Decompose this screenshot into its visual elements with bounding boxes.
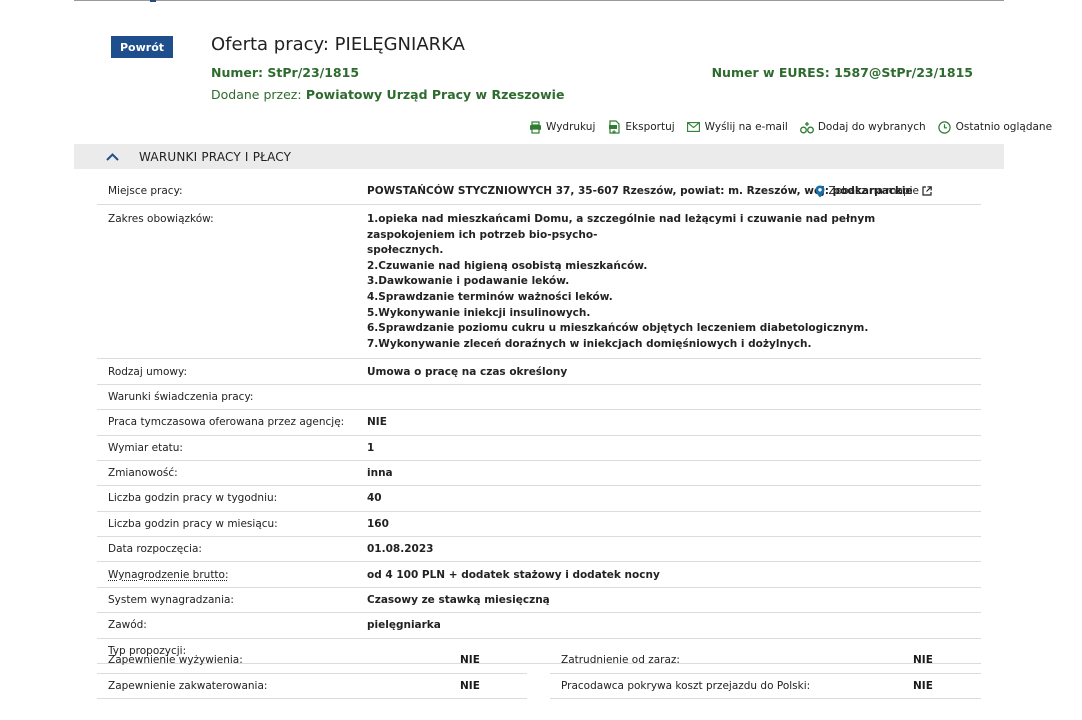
row-label: Wynagrodzenie brutto:: [97, 569, 367, 581]
half-cell-right: Pracodawca pokrywa koszt przejazdu do Po…: [550, 674, 981, 699]
table-row: Warunki świadczenia pracy:: [97, 385, 981, 411]
table-row: Liczba godzin pracy w miesiącu: 160: [97, 512, 981, 538]
row-label: Zapewnienie zakwaterowania:: [108, 679, 268, 692]
table-row: Liczba godzin pracy w tygodniu: 40: [97, 486, 981, 512]
half-cell-left: Zapewnienie wyżywienia: NIE: [97, 648, 527, 674]
row-label: Wymiar etatu:: [108, 441, 183, 454]
added-by-value: Powiatowy Urząd Pracy w Rzeszowie: [305, 87, 565, 102]
section-title: WARUNKI PRACY I PŁACY: [139, 149, 292, 164]
row-value: NIE: [913, 654, 933, 667]
row-label: Warunki świadczenia pracy:: [108, 390, 254, 403]
add-to-favorites-label: Dodaj do wybranych: [817, 121, 926, 133]
clock-icon: [938, 120, 952, 134]
row-value: NIE: [460, 654, 480, 667]
row-value: Czasowy ze stawką miesięczną: [367, 594, 550, 607]
half-cell-left: Zapewnienie zakwaterowania: NIE: [97, 674, 527, 699]
duty-line: 1.opieka nad mieszkańcami Domu, a szczeg…: [367, 213, 876, 241]
email-button[interactable]: Wyślij na e-mail: [687, 120, 788, 134]
offer-number-label: Numer:: [211, 65, 264, 80]
duties-list: 1.opieka nad mieszkańcami Domu, a szczeg…: [367, 212, 981, 352]
export-button[interactable]: Eksportuj: [607, 120, 675, 134]
view-on-map-label: Zobacz na mapie: [828, 185, 919, 197]
row-label: Liczba godzin pracy w miesiącu:: [108, 517, 278, 530]
table-row: Wynagrodzenie brutto: od 4 100 PLN + dod…: [97, 562, 981, 588]
row-value: NIE: [460, 679, 480, 692]
recently-viewed-label: Ostatnio oglądane: [955, 121, 1053, 133]
row-label: Praca tymczasowa oferowana przez agencję…: [108, 416, 345, 429]
page-title: Oferta pracy: PIELĘGNIARKA: [211, 34, 465, 55]
row-label: Zmianowość:: [108, 467, 178, 480]
chevron-up-icon[interactable]: [105, 150, 119, 164]
table-row: Miejsce pracy: POWSTAŃCÓW STYCZNIOWYCH 3…: [97, 178, 981, 205]
print-label: Wydrukuj: [546, 121, 596, 133]
row-value: Umowa o pracę na czas określony: [367, 365, 568, 378]
email-label: Wyślij na e-mail: [704, 121, 788, 133]
duty-line: 4.Sprawdzanie terminów ważności leków.: [367, 290, 613, 303]
add-favorite-icon: [799, 120, 814, 134]
row-label: Zapewnienie wyżywienia:: [108, 654, 243, 667]
table-row: Zawód: pielęgniarka: [97, 613, 981, 639]
offer-number: Numer: StPr/23/1815: [211, 65, 359, 80]
table-row: Data rozpoczęcia: 01.08.2023: [97, 537, 981, 563]
table-row: Rodzaj umowy: Umowa o pracę na czas okre…: [97, 359, 981, 385]
row-label: Liczba godzin pracy w tygodniu:: [108, 492, 278, 505]
table-row: Zmianowość: inna: [97, 461, 981, 487]
row-label: Zawód:: [108, 619, 147, 632]
row-value: inna: [367, 467, 393, 480]
row-label: Zatrudnienie od zaraz:: [561, 654, 680, 667]
eures-number: Numer w EURES: 1587@StPr/23/1815: [712, 65, 973, 80]
top-divider-marker: [150, 0, 156, 2]
row-label: Data rozpoczęcia:: [108, 543, 202, 556]
row-label: Rodzaj umowy:: [108, 365, 187, 378]
table-row: Zapewnienie wyżywienia: NIE Zatrudnienie…: [97, 648, 981, 674]
add-to-favorites-button[interactable]: Dodaj do wybranych: [799, 120, 926, 134]
duty-line: 3.Dawkowanie i podawanie leków.: [367, 275, 570, 288]
duty-line: społecznych.: [367, 244, 444, 257]
pdf-export-icon: [607, 120, 621, 134]
row-label: Pracodawca pokrywa koszt przejazdu do Po…: [561, 679, 811, 692]
split-details: Zapewnienie wyżywienia: NIE Zatrudnienie…: [97, 648, 981, 699]
table-row: System wynagradzania: Czasowy ze stawką …: [97, 588, 981, 614]
row-value: 01.08.2023: [367, 543, 434, 556]
row-value: od 4 100 PLN + dodatek stażowy i dodatek…: [367, 568, 660, 581]
table-row: Zapewnienie zakwaterowania: NIE Pracodaw…: [97, 674, 981, 699]
duty-line: 5.Wykonywanie iniekcji insulinowych.: [367, 306, 591, 319]
print-button[interactable]: Wydrukuj: [528, 120, 595, 134]
row-value: 40: [367, 492, 382, 505]
duty-line: 2.Czuwanie nad higieną osobistą mieszkań…: [367, 259, 648, 272]
view-on-map-link[interactable]: Zobacz na mapie: [815, 185, 932, 198]
row-label: Zakres obowiązków:: [108, 213, 214, 225]
row-value: 1: [367, 441, 375, 454]
salary-label-tooltip[interactable]: Wynagrodzenie brutto:: [108, 569, 229, 581]
row-value: NIE: [913, 679, 933, 692]
table-row: Praca tymczasowa oferowana przez agencję…: [97, 410, 981, 436]
external-link-icon: [922, 186, 932, 196]
row-value: pielęgniarka: [367, 619, 441, 632]
added-by-label: Dodane przez:: [211, 87, 302, 102]
section-header-work-conditions[interactable]: WARUNKI PRACY I PŁACY: [74, 144, 1004, 169]
half-cell-right: Zatrudnienie od zaraz: NIE: [550, 648, 981, 674]
duty-line: 6.Sprawdzanie poziomu cukru u mieszkańcó…: [367, 322, 869, 335]
added-by: Dodane przez: Powiatowy Urząd Pracy w Rz…: [211, 87, 564, 102]
envelope-icon: [687, 120, 701, 134]
action-toolbar: Wydrukuj Eksportuj Wyślij na e-mail Doda…: [528, 120, 1052, 134]
recently-viewed-button[interactable]: Ostatnio oglądane: [938, 120, 1052, 134]
export-label: Eksportuj: [625, 121, 675, 133]
row-value: NIE: [367, 416, 387, 429]
row-value: 160: [367, 517, 389, 530]
offer-number-value: StPr/23/1815: [267, 65, 360, 80]
table-row: Wymiar etatu: 1: [97, 436, 981, 461]
table-row: Zakres obowiązków: 1.opieka nad mieszkań…: [97, 205, 981, 360]
map-pin-icon: [815, 185, 825, 198]
eures-number-value: 1587@StPr/23/1815: [834, 65, 973, 80]
top-divider: [74, 0, 1004, 1]
row-label: System wynagradzania:: [108, 594, 234, 607]
printer-icon: [528, 120, 542, 134]
row-label: Miejsce pracy:: [108, 185, 183, 197]
back-button[interactable]: Powrót: [111, 36, 173, 58]
details-table: Miejsce pracy: POWSTAŃCÓW STYCZNIOWYCH 3…: [97, 178, 981, 665]
duty-line: 7.Wykonywanie zleceń doraźnych w iniekcj…: [367, 337, 812, 350]
eures-number-label: Numer w EURES:: [711, 65, 830, 80]
